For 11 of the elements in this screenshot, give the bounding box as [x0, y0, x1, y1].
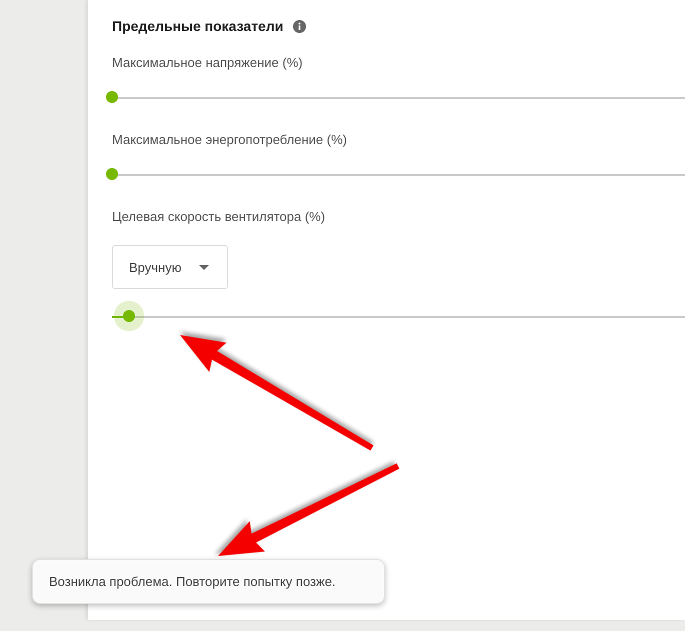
section-title: Предельные показатели: [112, 18, 284, 34]
toast-message: Возникла проблема. Повторите попытку позже.: [32, 559, 385, 604]
setting-label: Максимальное напряжение (%): [112, 55, 304, 71]
caret-icon: [199, 264, 210, 270]
slider-thumb[interactable]: [106, 91, 118, 103]
slider-thumb[interactable]: [106, 168, 118, 180]
slider-thumb[interactable]: [123, 310, 136, 322]
info-icon[interactable]: [293, 20, 306, 32]
setting-label: Максимальное энергопотребление (%): [112, 132, 348, 148]
setting-label: Целевая скорость вентилятора (%): [112, 209, 326, 225]
mode-dropdown[interactable]: Вручную: [112, 245, 228, 289]
